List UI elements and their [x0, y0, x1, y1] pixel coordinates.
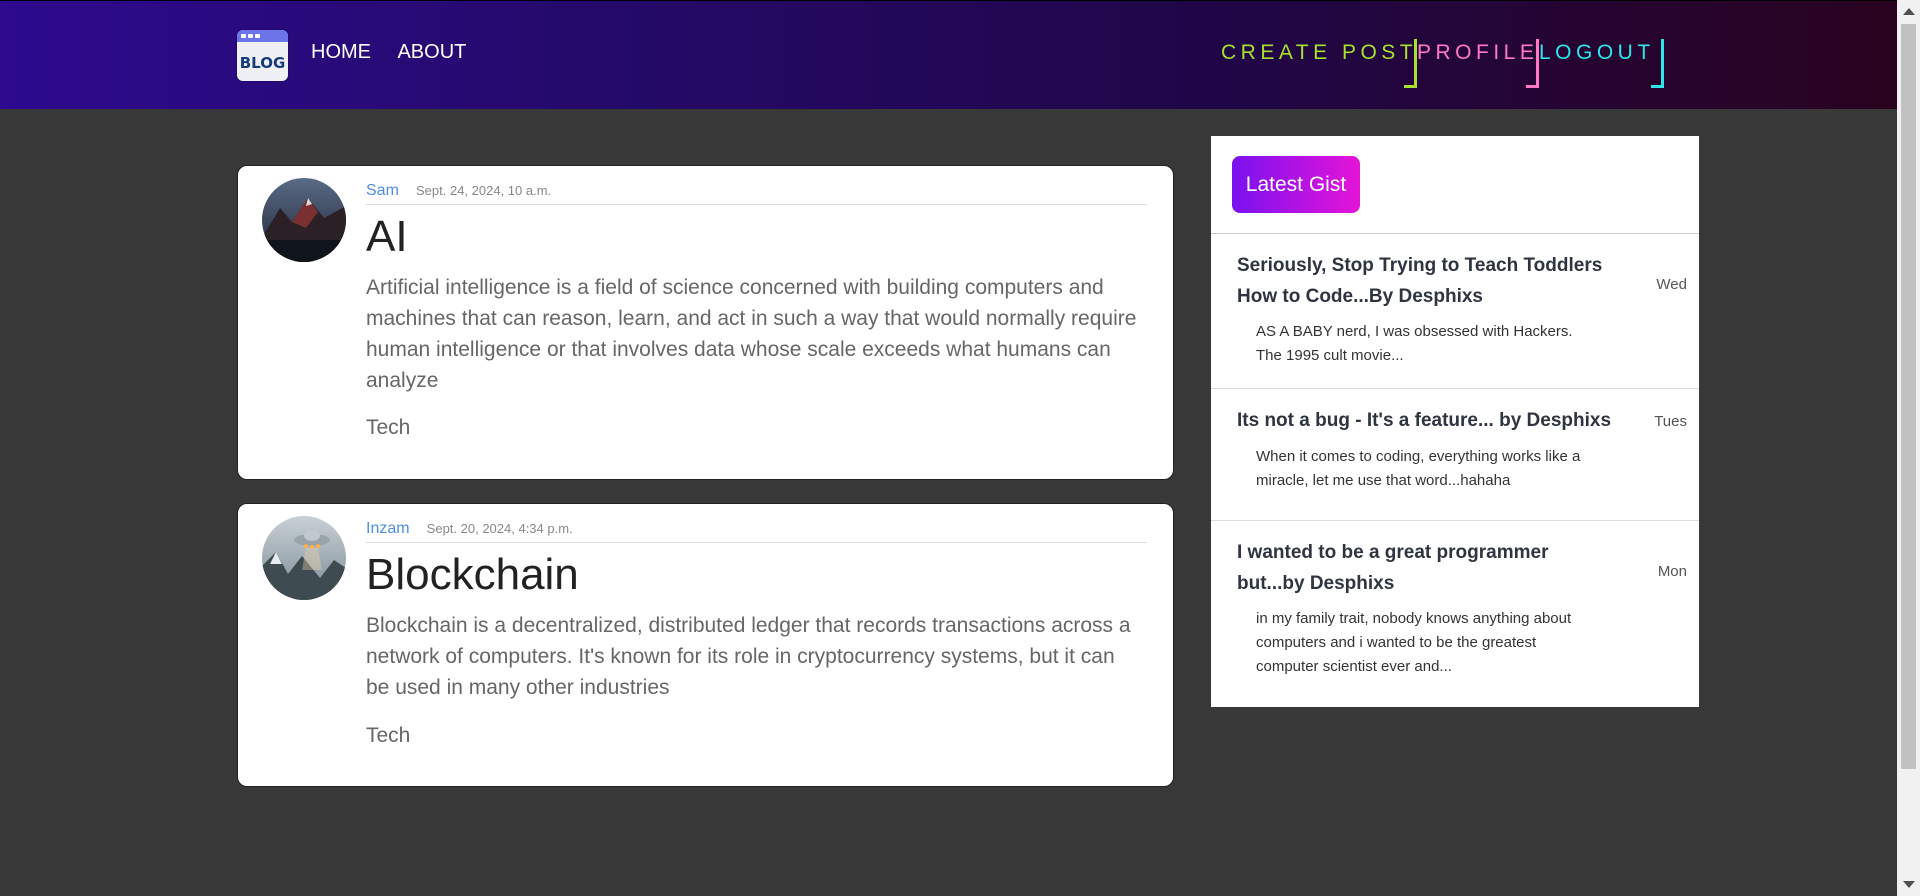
logout-bracket [1651, 39, 1664, 88]
top-navbar: BLOG HOME ABOUT CREATE POST PROFILE LOGO… [0, 0, 1897, 109]
scrollbar-thumb[interactable] [1901, 24, 1916, 769]
blog-logo[interactable]: BLOG [237, 30, 288, 81]
latest-gist-sidebar: Latest Gist Seriously, Stop Trying to Te… [1211, 136, 1699, 707]
scroll-up-arrow-icon[interactable] [1903, 8, 1915, 15]
user-actions-nav: CREATE POST PROFILE LOGOUT [1221, 39, 1664, 88]
post-body: Blockchain is a decentralized, distribut… [366, 614, 1131, 699]
nav-home-link[interactable]: HOME [311, 41, 371, 63]
post-title[interactable]: Blockchain [366, 550, 579, 600]
logo-text: BLOG [239, 54, 286, 72]
gist-excerpt: AS A BABY nerd, I was obsessed with Hack… [1256, 323, 1573, 364]
post-card[interactable]: Sam Sept. 24, 2024, 10 a.m. AI Artificia… [237, 165, 1174, 480]
author-avatar[interactable] [262, 516, 346, 600]
post-title[interactable]: AI [366, 212, 408, 262]
post-card[interactable]: Inzam Sept. 20, 2024, 4:34 p.m. Blockcha… [237, 503, 1174, 787]
post-meta: Inzam Sept. 20, 2024, 4:34 p.m. [366, 518, 1147, 543]
post-body: Artificial intelligence is a field of sc… [366, 276, 1137, 392]
post-meta: Sam Sept. 24, 2024, 10 a.m. [366, 180, 1147, 205]
logout-link[interactable]: LOGOUT [1539, 41, 1655, 65]
main-nav: HOME ABOUT [311, 41, 488, 64]
logo-window-bar [237, 30, 288, 42]
gist-title[interactable]: I wanted to be a great programmer but...… [1237, 537, 1607, 599]
gist-title[interactable]: Seriously, Stop Trying to Teach Toddlers… [1237, 250, 1642, 312]
gist-excerpt: in my family trait, nobody knows anythin… [1256, 610, 1572, 675]
nav-about-link[interactable]: ABOUT [397, 41, 466, 63]
gist-day: Wed [1656, 276, 1687, 293]
post-tag[interactable]: Tech [366, 724, 410, 748]
post-author-link[interactable]: Sam [366, 182, 399, 199]
post-date: Sept. 20, 2024, 4:34 p.m. [426, 521, 573, 536]
gist-day: Tues [1654, 413, 1687, 430]
post-date: Sept. 24, 2024, 10 a.m. [416, 183, 552, 198]
profile-bracket [1526, 39, 1539, 88]
author-avatar[interactable] [262, 178, 346, 262]
gist-item[interactable]: I wanted to be a great programmer but...… [1211, 521, 1699, 707]
gist-item[interactable]: Seriously, Stop Trying to Teach Toddlers… [1211, 234, 1699, 389]
post-author-link[interactable]: Inzam [366, 520, 410, 537]
create-post-link[interactable]: CREATE POST [1221, 41, 1417, 65]
gist-day: Mon [1657, 563, 1687, 580]
latest-gist-button[interactable]: Latest Gist [1232, 156, 1360, 213]
scroll-down-arrow-icon[interactable] [1903, 881, 1915, 888]
create-post-bracket [1404, 39, 1417, 88]
gist-title[interactable]: Its not a bug - It's a feature... by Des… [1237, 405, 1657, 436]
page-scrollbar[interactable] [1897, 0, 1920, 896]
gist-excerpt: When it comes to coding, everything work… [1256, 448, 1581, 489]
post-tag[interactable]: Tech [366, 416, 410, 440]
profile-link[interactable]: PROFILE [1417, 41, 1538, 65]
gist-item[interactable]: Its not a bug - It's a feature... by Des… [1211, 389, 1699, 521]
